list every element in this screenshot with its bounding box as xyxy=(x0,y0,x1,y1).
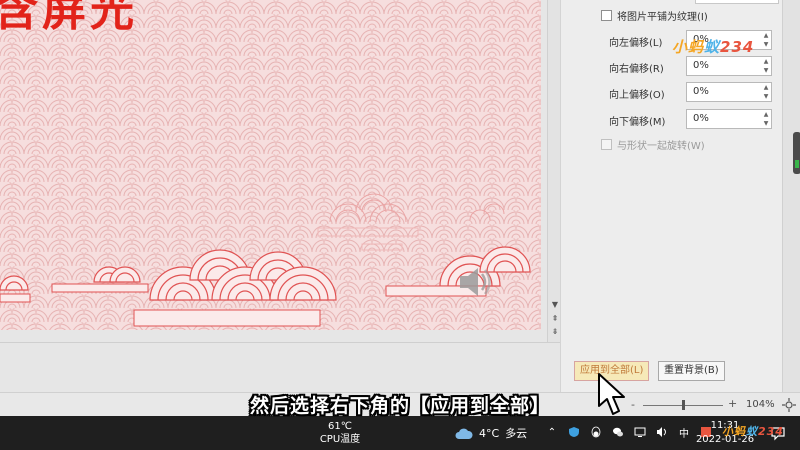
volume-icon[interactable] xyxy=(655,425,669,439)
offset-bottom-input[interactable]: 0% ▲ ▼ xyxy=(686,109,772,129)
offset-bottom-value: 0% xyxy=(693,113,709,124)
panel-top-input[interactable] xyxy=(695,0,779,4)
cpu-temp-value: 61℃ xyxy=(328,421,352,432)
offset-top-input[interactable]: 0% ▲ ▼ xyxy=(686,82,772,102)
svg-text:小蚂蚁234: 小蚂蚁234 xyxy=(722,425,782,438)
weather-widget[interactable]: 4°C 多云 xyxy=(455,425,527,441)
input-method-icon[interactable]: 中 xyxy=(677,425,691,440)
slide-title-fragment: 含屏光 xyxy=(0,0,138,36)
offset-left-label: 向左偏移(L) xyxy=(609,38,663,49)
cpu-temperature-widget[interactable]: 61℃ CPU温度 xyxy=(310,420,370,446)
offset-top-spinner-icon[interactable]: ▲ ▼ xyxy=(761,83,771,101)
offset-right-row: 向右偏移(R) 0% ▲ ▼ xyxy=(609,56,779,76)
slide-vertical-scrollbar[interactable]: ▼ ⇞ ⇟ xyxy=(547,0,561,342)
cpu-temp-label: CPU温度 xyxy=(319,434,361,445)
panel-scroll-thumb[interactable] xyxy=(793,132,800,174)
reset-background-button[interactable]: 重置背景(B) xyxy=(658,361,725,381)
previous-slide-icon[interactable]: ⇞ xyxy=(550,314,560,324)
offset-bottom-row: 向下偏移(M) 0% ▲ ▼ xyxy=(609,109,779,129)
chevron-up-icon[interactable]: ⌃ xyxy=(545,425,559,439)
rotate-with-shape-label: 与形状一起旋转(W) xyxy=(617,141,705,152)
audio-speaker-icon[interactable] xyxy=(454,262,494,302)
scroll-down-arrow-icon[interactable]: ▼ xyxy=(550,300,560,310)
qq-penguin-icon[interactable] xyxy=(589,425,603,439)
notes-area[interactable] xyxy=(0,342,560,392)
slide-canvas[interactable]: 含屏光 xyxy=(0,0,541,330)
watermark-logo-small: 小蚂蚁234 xyxy=(722,425,782,438)
video-subtitle-caption: 然后选择右下角的【应用到全部】 xyxy=(249,395,550,417)
offset-bottom-label: 向下偏移(M) xyxy=(609,117,666,128)
weather-text: 多云 xyxy=(505,427,528,440)
offset-top-label: 向上偏移(O) xyxy=(609,90,665,101)
offset-top-row: 向上偏移(O) 0% ▲ ▼ xyxy=(609,82,779,102)
slide-editing-pane: 含屏光 ▼ ⇞ ⇟ xyxy=(0,0,561,342)
svg-text:小蚂蚁234: 小蚂蚁234 xyxy=(672,38,754,56)
offset-right-input[interactable]: 0% ▲ ▼ xyxy=(686,56,772,76)
offset-bottom-spinner-icon[interactable]: ▲ ▼ xyxy=(761,110,771,128)
offset-top-value: 0% xyxy=(693,86,709,97)
watermark-logo: 小蚂蚁234 xyxy=(672,38,754,56)
tile-texture-option[interactable]: 将图片平铺为纹理(I) xyxy=(601,8,708,23)
panel-button-bar: 应用到全部(L) 重置背景(B) xyxy=(560,352,782,392)
offset-right-value: 0% xyxy=(693,60,709,71)
offset-right-spinner-icon[interactable]: ▲ ▼ xyxy=(761,57,771,75)
rotate-with-shape-checkbox xyxy=(601,139,612,150)
tile-texture-label: 将图片平铺为纹理(I) xyxy=(617,12,708,23)
weather-temp: 4°C xyxy=(479,426,500,440)
system-tray: ⌃ 中 xyxy=(545,425,713,440)
wechat-icon[interactable] xyxy=(611,425,625,439)
rotate-with-shape-option: 与形状一起旋转(W) xyxy=(601,137,705,152)
windows-taskbar: 61℃ CPU温度 4°C 多云 ⌃ 中 11:31 2022-01-26 xyxy=(0,416,800,450)
tile-texture-checkbox[interactable] xyxy=(601,10,612,21)
mouse-pointer-icon xyxy=(598,373,625,415)
panel-scrollbar[interactable] xyxy=(782,0,800,392)
security-shield-icon[interactable] xyxy=(567,425,581,439)
format-background-panel: 将图片平铺为纹理(I) 向左偏移(L) 0% ▲ ▼ 向右偏移(R) 0% ▲ ▼ … xyxy=(560,0,782,392)
next-slide-icon[interactable]: ⇟ xyxy=(550,327,560,337)
offset-right-label: 向右偏移(R) xyxy=(609,64,664,75)
network-icon[interactable] xyxy=(633,425,647,439)
cloud-icon xyxy=(455,428,473,439)
